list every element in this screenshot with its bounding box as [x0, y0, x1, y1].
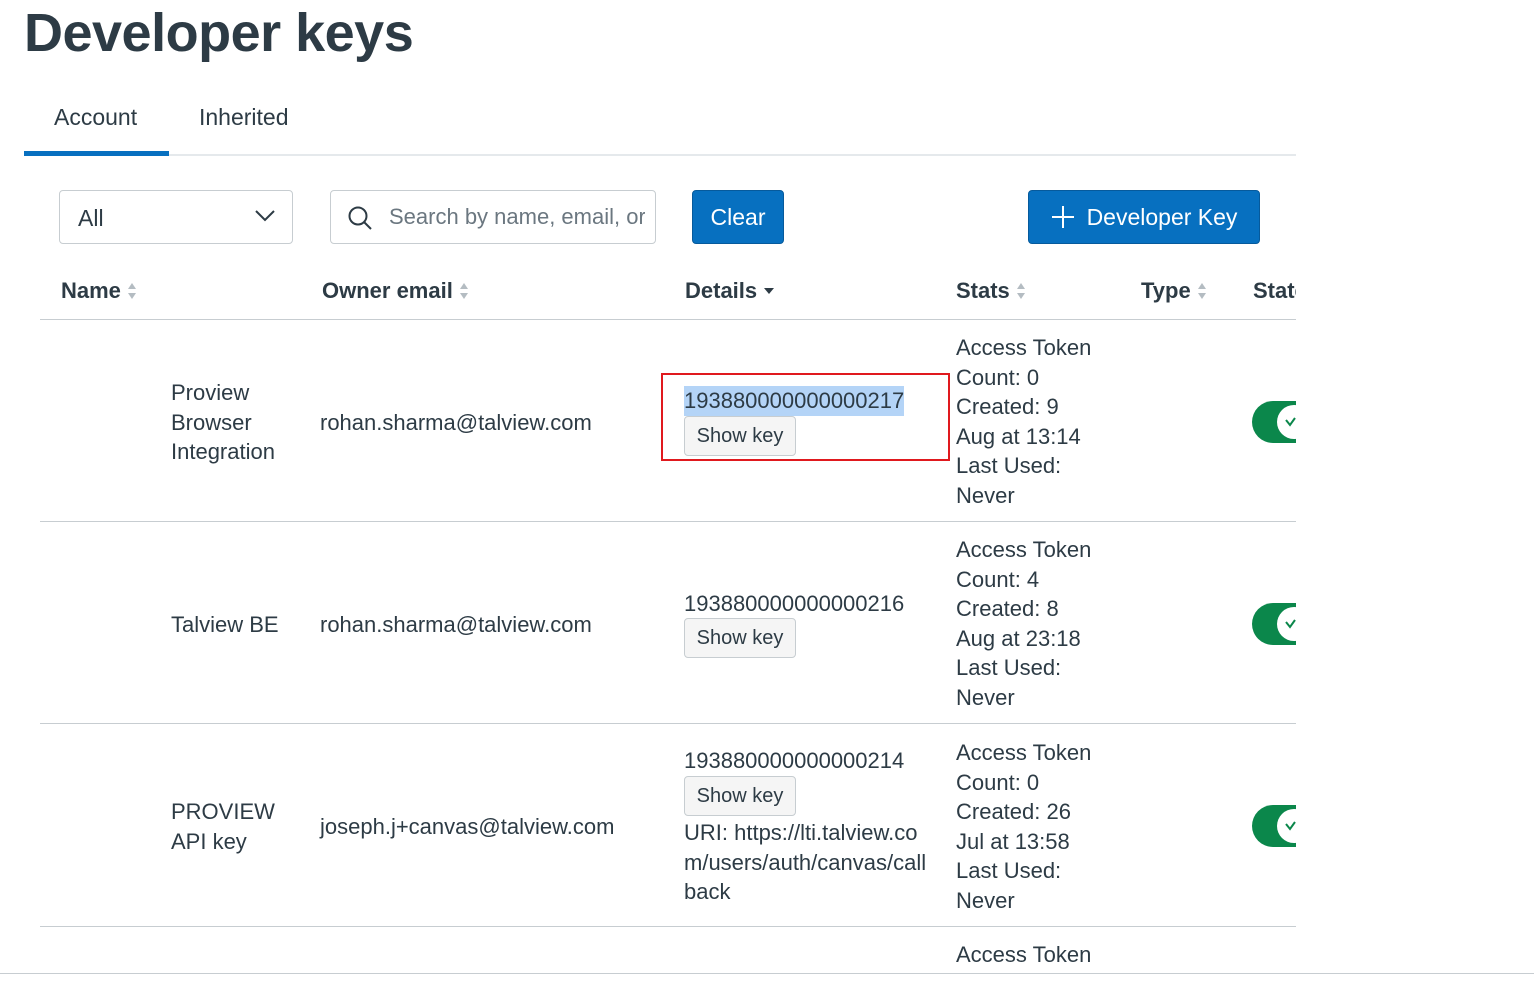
row-1-stats: Access Token Count: 0 Created: 9 Aug at … — [956, 333, 1106, 511]
row-1-owner-email: rohan.sharma@talview.com — [320, 410, 592, 435]
column-header-stats-label: Stats — [956, 278, 1010, 303]
page-title: Developer keys — [24, 3, 414, 63]
stats-line: Count: 4 — [956, 566, 1040, 592]
column-header-stats[interactable]: Stats — [956, 278, 1026, 304]
stats-line: Count: 0 — [956, 769, 1040, 795]
column-header-details-label: Details — [685, 278, 758, 303]
column-header-name[interactable]: Name — [61, 278, 137, 304]
tab-list: Account Inherited — [24, 96, 1296, 156]
sort-icon — [459, 283, 468, 299]
row-4-stats: Access Token — [956, 940, 1106, 970]
column-header-owner-email[interactable]: Owner email — [322, 278, 469, 304]
stats-line: Never — [956, 684, 1015, 710]
stats-line: Created: 9 — [956, 394, 1059, 420]
search-input[interactable] — [389, 199, 645, 235]
column-header-details[interactable]: Details — [685, 278, 775, 304]
add-developer-key-label: Developer Key — [1086, 203, 1238, 230]
key-filter-value: All — [78, 205, 104, 231]
stats-line: Access Token — [956, 942, 1092, 967]
row-2-show-key-button[interactable]: Show key — [684, 618, 796, 658]
stats-line: Never — [956, 482, 1015, 508]
row-1-key-id: 193880000000000217 — [684, 386, 905, 416]
column-header-type[interactable]: Type — [1141, 278, 1207, 304]
stats-line: Aug at 13:14 — [956, 423, 1081, 449]
row-1-state-toggle[interactable] — [1252, 401, 1296, 443]
sort-icon — [127, 283, 136, 299]
viewport-edge — [0, 973, 1534, 974]
stats-line: Access Token — [956, 335, 1092, 360]
stats-line: Never — [956, 887, 1015, 913]
stats-line: Created: 8 — [956, 596, 1059, 622]
stats-line: Last Used: — [956, 453, 1062, 479]
stats-line: Aug at 23:18 — [956, 625, 1081, 651]
row-1-show-key-button[interactable]: Show key — [684, 416, 796, 456]
sort-icon — [1016, 283, 1025, 299]
row-divider — [40, 723, 1296, 724]
check-icon — [1252, 805, 1296, 847]
sort-icon — [1197, 283, 1206, 299]
row-2-key-id: 193880000000000216 — [684, 591, 905, 616]
stats-line: Last Used: — [956, 858, 1062, 884]
row-2-state-toggle[interactable] — [1252, 603, 1296, 645]
row-3-state-toggle[interactable] — [1252, 805, 1296, 847]
search-icon — [348, 206, 372, 230]
header-divider — [40, 319, 1296, 320]
column-header-name-label: Name — [61, 278, 121, 303]
row-3-show-key-button[interactable]: Show key — [684, 776, 796, 816]
chevron-down-icon — [255, 210, 275, 222]
row-3-stats: Access Token Count: 0 Created: 26 Jul at… — [956, 738, 1106, 916]
stats-line: Jul at 13:58 — [956, 828, 1070, 854]
key-filter-select[interactable]: All — [59, 190, 293, 244]
plus-icon — [1051, 206, 1074, 228]
row-1-name: Proview Browser Integration — [171, 380, 275, 465]
check-icon — [1252, 603, 1296, 645]
column-header-owner-email-label: Owner email — [322, 278, 453, 303]
tab-inherited[interactable]: Inherited — [199, 104, 289, 131]
row-divider — [40, 926, 1296, 927]
stats-line: Count: 0 — [956, 364, 1040, 390]
clear-button[interactable]: Clear — [692, 190, 784, 244]
caret-down-icon — [764, 288, 775, 294]
row-3-uri: URI: https://lti.talview.com/users/auth/… — [684, 820, 927, 905]
stats-line: Access Token — [956, 537, 1092, 562]
row-3-name: PROVIEW API key — [171, 799, 275, 854]
row-divider — [40, 521, 1296, 522]
row-2-stats: Access Token Count: 4 Created: 8 Aug at … — [956, 535, 1106, 713]
stats-line: Last Used: — [956, 655, 1062, 681]
row-2-owner-email: rohan.sharma@talview.com — [320, 612, 592, 637]
column-header-state[interactable]: State — [1253, 278, 1296, 304]
row-2-name: Talview BE — [171, 612, 279, 637]
add-developer-key-button[interactable]: Developer Key — [1028, 190, 1260, 244]
search-field[interactable] — [330, 190, 656, 244]
row-3-owner-email: joseph.j+canvas@talview.com — [320, 814, 615, 839]
stats-line: Access Token — [956, 740, 1092, 765]
tab-account[interactable]: Account — [54, 104, 137, 131]
stats-line: Created: 26 — [956, 799, 1071, 825]
active-tab-indicator — [24, 151, 169, 156]
column-header-type-label: Type — [1141, 278, 1191, 303]
row-3-key-id: 193880000000000214 — [684, 748, 905, 773]
check-icon — [1252, 401, 1296, 443]
